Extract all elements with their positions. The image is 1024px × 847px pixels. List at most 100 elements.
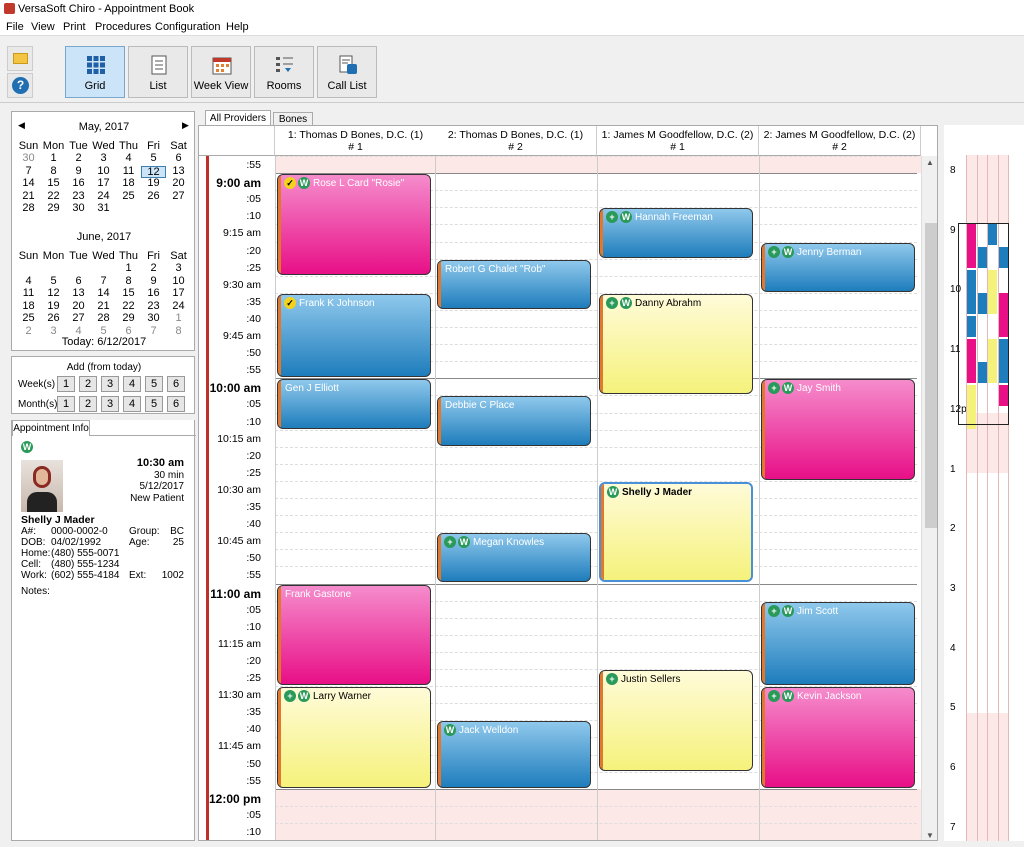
appointment-block[interactable]: + W Jenny Berman	[761, 242, 915, 292]
appointment-block[interactable]: Debbie C Place	[437, 396, 591, 446]
calendar-day[interactable]: 27	[166, 190, 191, 203]
week-add-button[interactable]: 6	[167, 376, 185, 392]
calendar-day[interactable]: 17	[166, 288, 191, 300]
calendar-day[interactable]: 1	[116, 263, 141, 275]
appointment-block[interactable]: ✓ W Rose L Card "Rosie"	[277, 174, 431, 275]
scrollbar-thumb[interactable]	[925, 223, 937, 528]
calendar-day[interactable]: 16	[66, 178, 91, 190]
week-view-button[interactable]: Week View	[191, 46, 251, 98]
calendar-day[interactable]: 8	[41, 165, 66, 178]
calendar-day[interactable]: 19	[41, 300, 66, 313]
tab-all-providers[interactable]: All Providers	[205, 110, 271, 126]
month-add-button[interactable]: 1	[57, 396, 75, 412]
menu-print[interactable]: Print	[63, 21, 86, 33]
list-button[interactable]: List	[128, 46, 188, 98]
calendar-day[interactable]: 6	[166, 153, 191, 165]
calendar-day[interactable]: 21	[16, 190, 41, 203]
appointment-block[interactable]: + W Jim Scott	[761, 601, 915, 686]
calendar-day[interactable]: 29	[41, 203, 66, 215]
calendar-day[interactable]: 28	[16, 203, 41, 215]
calendar-day[interactable]: 4	[116, 153, 141, 165]
calendar-day[interactable]: 30	[66, 203, 91, 215]
calendar-day[interactable]: 25	[16, 313, 41, 325]
appointment-block[interactable]: Gen J Elliott	[277, 379, 431, 429]
calendar-day[interactable]: 21	[91, 300, 116, 313]
calendar-day[interactable]: 3	[91, 153, 116, 165]
calendar-day[interactable]: 26	[41, 313, 66, 325]
appointment-block[interactable]: + W Hannah Freeman	[599, 208, 753, 258]
calendar-day[interactable]: 30	[16, 153, 41, 165]
month-add-button[interactable]: 3	[101, 396, 119, 412]
calendar-day[interactable]: 1	[166, 313, 191, 325]
calendar-day[interactable]: 10	[166, 275, 191, 288]
calendar-day[interactable]: 15	[116, 288, 141, 300]
appointment-block[interactable]: + W Kevin Jackson	[761, 687, 915, 788]
tab-bones[interactable]: Bones	[273, 112, 313, 126]
calendar-day[interactable]: 23	[66, 190, 91, 203]
calendar-day[interactable]: 14	[16, 178, 41, 190]
calendar-day[interactable]: 7	[16, 165, 41, 178]
calendar-day[interactable]: 15	[41, 178, 66, 190]
menu-procedures[interactable]: Procedures	[95, 21, 151, 33]
month-add-button[interactable]: 5	[145, 396, 163, 412]
appointment-block[interactable]: + W Danny Abrahm	[599, 293, 753, 395]
appointment-block[interactable]: + Justin Sellers	[599, 670, 753, 771]
appointment-block[interactable]: Frank Gastone	[277, 584, 431, 686]
calendar-day[interactable]: 27	[66, 313, 91, 325]
open-folder-button[interactable]	[7, 46, 33, 71]
calendar-day[interactable]: 4	[16, 275, 41, 288]
calendar-day[interactable]: 3	[166, 263, 191, 275]
calendar-day[interactable]: 26	[141, 190, 166, 203]
calendar-day[interactable]: 12	[41, 288, 66, 300]
grid-button[interactable]: Grid	[65, 46, 125, 98]
appointment-block[interactable]: + W Jay Smith	[761, 379, 915, 480]
week-add-button[interactable]: 1	[57, 376, 75, 392]
appointment-block[interactable]: ✓ Frank K Johnson	[277, 293, 431, 378]
scroll-down-icon[interactable]: ▼	[926, 831, 934, 840]
month-add-button[interactable]: 2	[79, 396, 97, 412]
calendar-day[interactable]: 5	[141, 153, 166, 165]
calendar-day[interactable]: 22	[116, 300, 141, 313]
calendar-day[interactable]: 20	[166, 178, 191, 190]
calendar-day[interactable]: 23	[141, 300, 166, 313]
calendar-day[interactable]: 22	[41, 190, 66, 203]
menu-configuration[interactable]: Configuration	[155, 21, 220, 33]
calendar-day[interactable]: 13	[166, 165, 191, 178]
calendar-day[interactable]: 24	[91, 190, 116, 203]
calendar-day[interactable]: 11	[16, 288, 41, 300]
appointment-block[interactable]: + W Larry Warner	[277, 687, 431, 788]
scroll-up-icon[interactable]: ▲	[926, 158, 934, 167]
appointment-block[interactable]: W Shelly J Mader	[599, 481, 753, 583]
calendar-day[interactable]: 9	[141, 275, 166, 288]
appointment-block[interactable]: + W Megan Knowles	[437, 533, 591, 583]
calendar-day[interactable]: 7	[91, 275, 116, 288]
today-label[interactable]: Today: 6/12/2017	[12, 336, 196, 348]
calendar-day[interactable]: 1	[41, 153, 66, 165]
help-button[interactable]: ?	[7, 73, 33, 98]
calendar-day[interactable]: 24	[166, 300, 191, 313]
menu-help[interactable]: Help	[226, 21, 249, 33]
calendar-day[interactable]: 18	[116, 178, 141, 190]
appointment-block[interactable]: W Jack Welldon	[437, 721, 591, 788]
calendar-day[interactable]: 13	[66, 288, 91, 300]
menu-file[interactable]: File	[6, 21, 24, 33]
calendar-day[interactable]: 9	[66, 165, 91, 178]
menu-view[interactable]: View	[31, 21, 55, 33]
calendar-day[interactable]: 18	[16, 300, 41, 313]
calendar-day[interactable]: 2	[141, 263, 166, 275]
calendar-day[interactable]: 8	[116, 275, 141, 288]
calendar-day[interactable]: 2	[66, 153, 91, 165]
rooms-button[interactable]: Rooms	[254, 46, 314, 98]
calendar-day[interactable]: 16	[141, 288, 166, 300]
calendar-day[interactable]: 29	[116, 313, 141, 325]
calendar-day[interactable]: 30	[141, 313, 166, 325]
appointment-info-tab[interactable]: Appointment Info	[12, 420, 90, 436]
calendar-day[interactable]: 5	[41, 275, 66, 288]
calendar-day[interactable]: 25	[116, 190, 141, 203]
calendar-day[interactable]: 14	[91, 288, 116, 300]
month-add-button[interactable]: 6	[167, 396, 185, 412]
month-add-button[interactable]: 4	[123, 396, 141, 412]
week-add-button[interactable]: 3	[101, 376, 119, 392]
appointment-block[interactable]: Robert G Chalet "Rob"	[437, 259, 591, 309]
week-add-button[interactable]: 4	[123, 376, 141, 392]
